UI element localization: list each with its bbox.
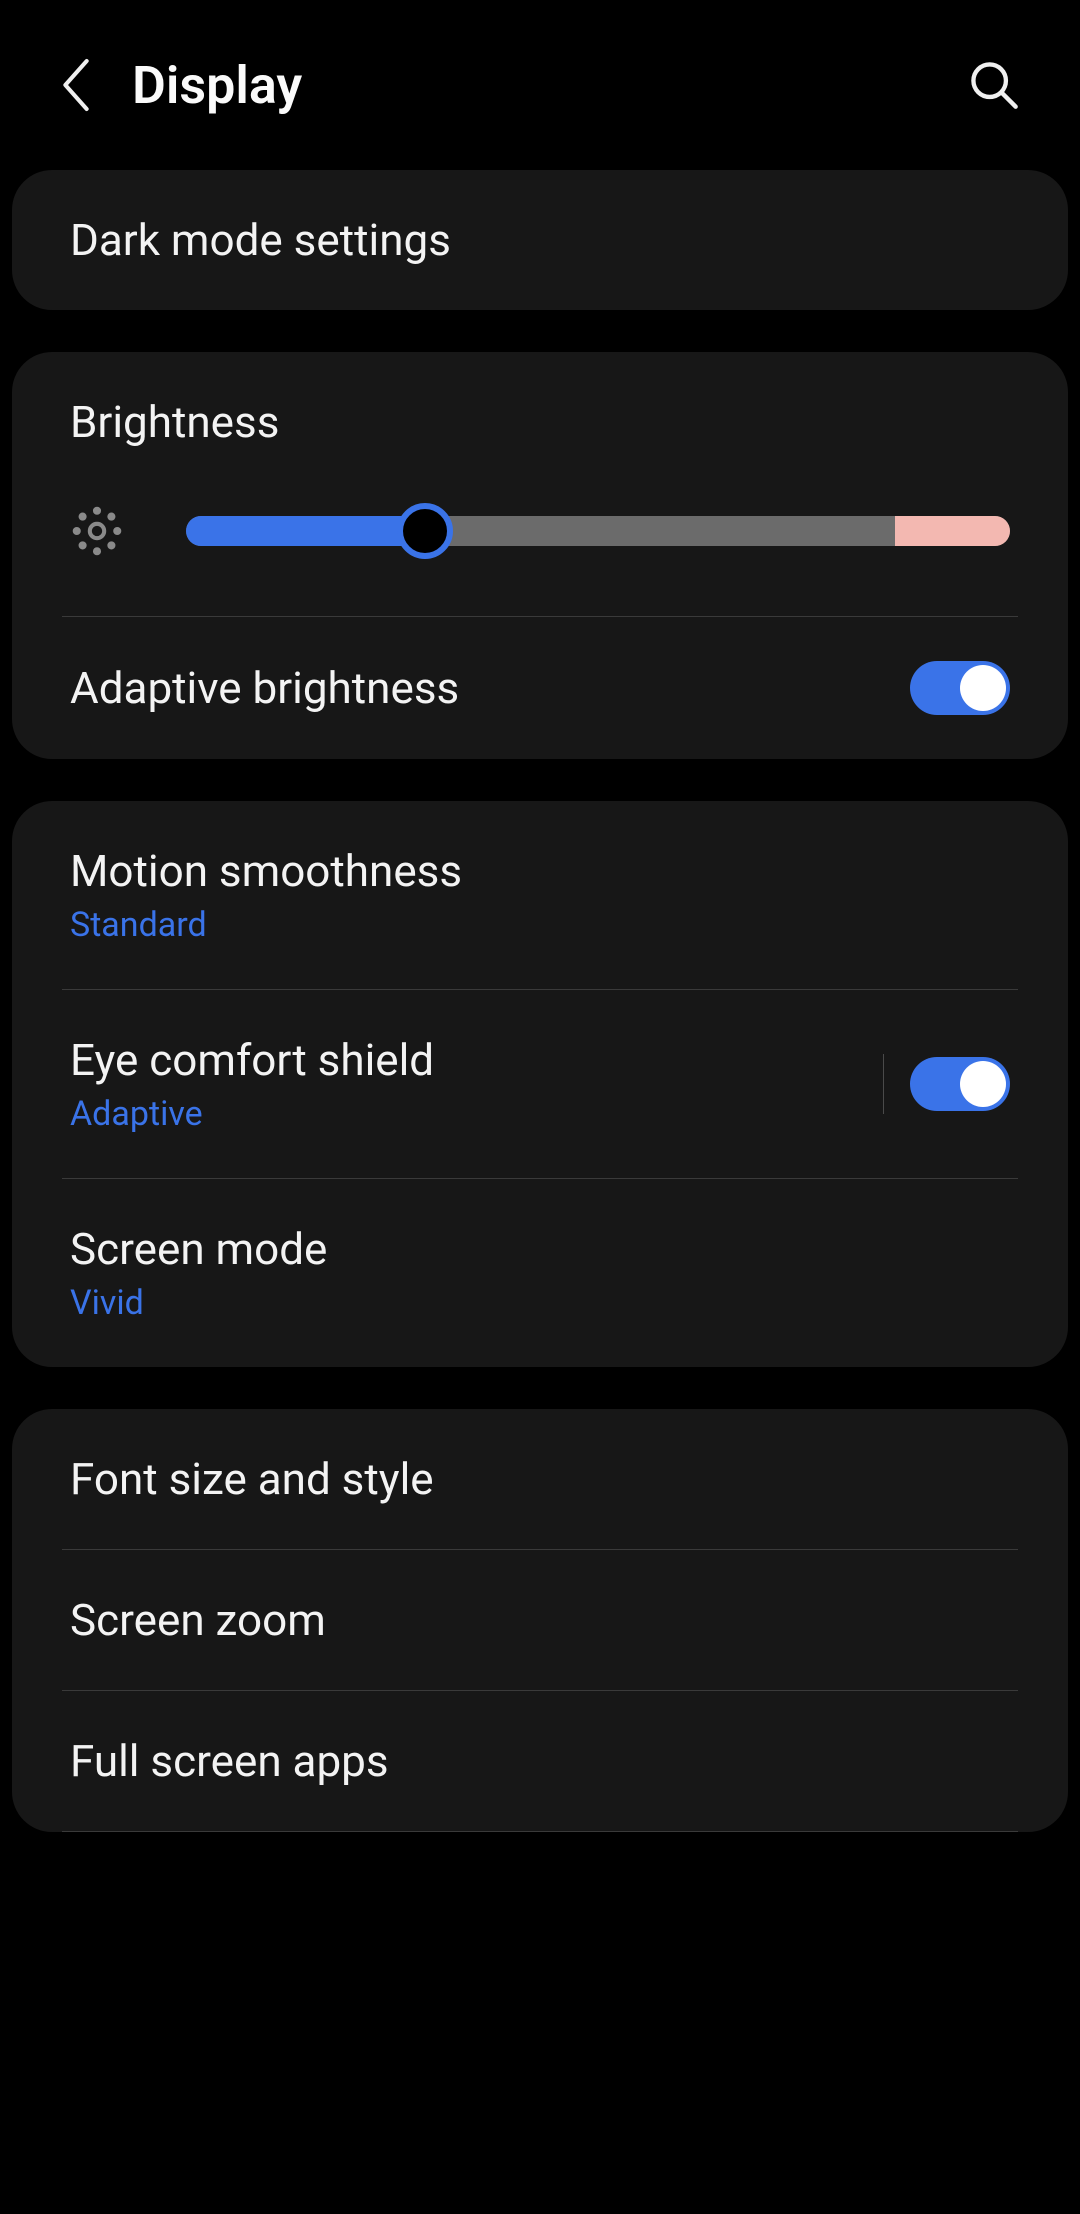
- back-chevron-icon: [60, 58, 92, 112]
- header: Display: [0, 0, 1080, 170]
- row-screen-mode[interactable]: Screen mode Vivid: [12, 1179, 1068, 1367]
- row-adaptive-brightness[interactable]: Adaptive brightness: [12, 617, 1068, 759]
- card-layout: Font size and style Screen zoom Full scr…: [12, 1409, 1068, 1832]
- brightness-label: Brightness: [70, 396, 1010, 448]
- row-eye-comfort-shield[interactable]: Eye comfort shield Adaptive: [12, 990, 1068, 1178]
- row-full-screen-apps[interactable]: Full screen apps: [12, 1691, 1068, 1831]
- brightness-slider-fill: [186, 516, 425, 546]
- card-brightness: Brightness: [12, 352, 1068, 759]
- page-title: Display: [132, 55, 928, 116]
- brightness-slider-row: [70, 504, 1010, 558]
- eye-comfort-label: Eye comfort shield: [70, 1034, 883, 1086]
- font-size-style-label: Font size and style: [70, 1453, 1010, 1505]
- toggle-knob: [960, 1061, 1006, 1107]
- card-dark-mode: Dark mode settings: [12, 170, 1068, 310]
- brightness-icon: [70, 504, 124, 558]
- brightness-slider-thumb[interactable]: [397, 503, 453, 559]
- motion-smoothness-label: Motion smoothness: [70, 845, 1010, 897]
- search-button[interactable]: [968, 59, 1020, 111]
- toggle-divider: [883, 1054, 884, 1114]
- motion-smoothness-value: Standard: [70, 905, 1010, 945]
- row-font-size-style[interactable]: Font size and style: [12, 1409, 1068, 1549]
- search-icon: [968, 59, 1020, 111]
- full-screen-apps-label: Full screen apps: [70, 1735, 1010, 1787]
- screen-zoom-label: Screen zoom: [70, 1594, 1010, 1646]
- back-button[interactable]: [60, 58, 92, 112]
- brightness-slider-warn-zone: [895, 516, 1010, 546]
- row-motion-smoothness[interactable]: Motion smoothness Standard: [12, 801, 1068, 989]
- card-display-modes: Motion smoothness Standard Eye comfort s…: [12, 801, 1068, 1367]
- eye-comfort-toggle[interactable]: [910, 1057, 1010, 1111]
- screen-mode-value: Vivid: [70, 1283, 1010, 1323]
- row-screen-zoom[interactable]: Screen zoom: [12, 1550, 1068, 1690]
- brightness-slider[interactable]: [186, 516, 1010, 546]
- screen-mode-label: Screen mode: [70, 1223, 1010, 1275]
- row-dark-mode-settings[interactable]: Dark mode settings: [12, 170, 1068, 310]
- toggle-knob: [960, 665, 1006, 711]
- brightness-block: Brightness: [12, 352, 1068, 616]
- adaptive-brightness-toggle[interactable]: [910, 661, 1010, 715]
- eye-comfort-value: Adaptive: [70, 1094, 883, 1134]
- adaptive-brightness-label: Adaptive brightness: [70, 662, 910, 714]
- dark-mode-label: Dark mode settings: [70, 214, 1010, 266]
- divider: [62, 1831, 1018, 1832]
